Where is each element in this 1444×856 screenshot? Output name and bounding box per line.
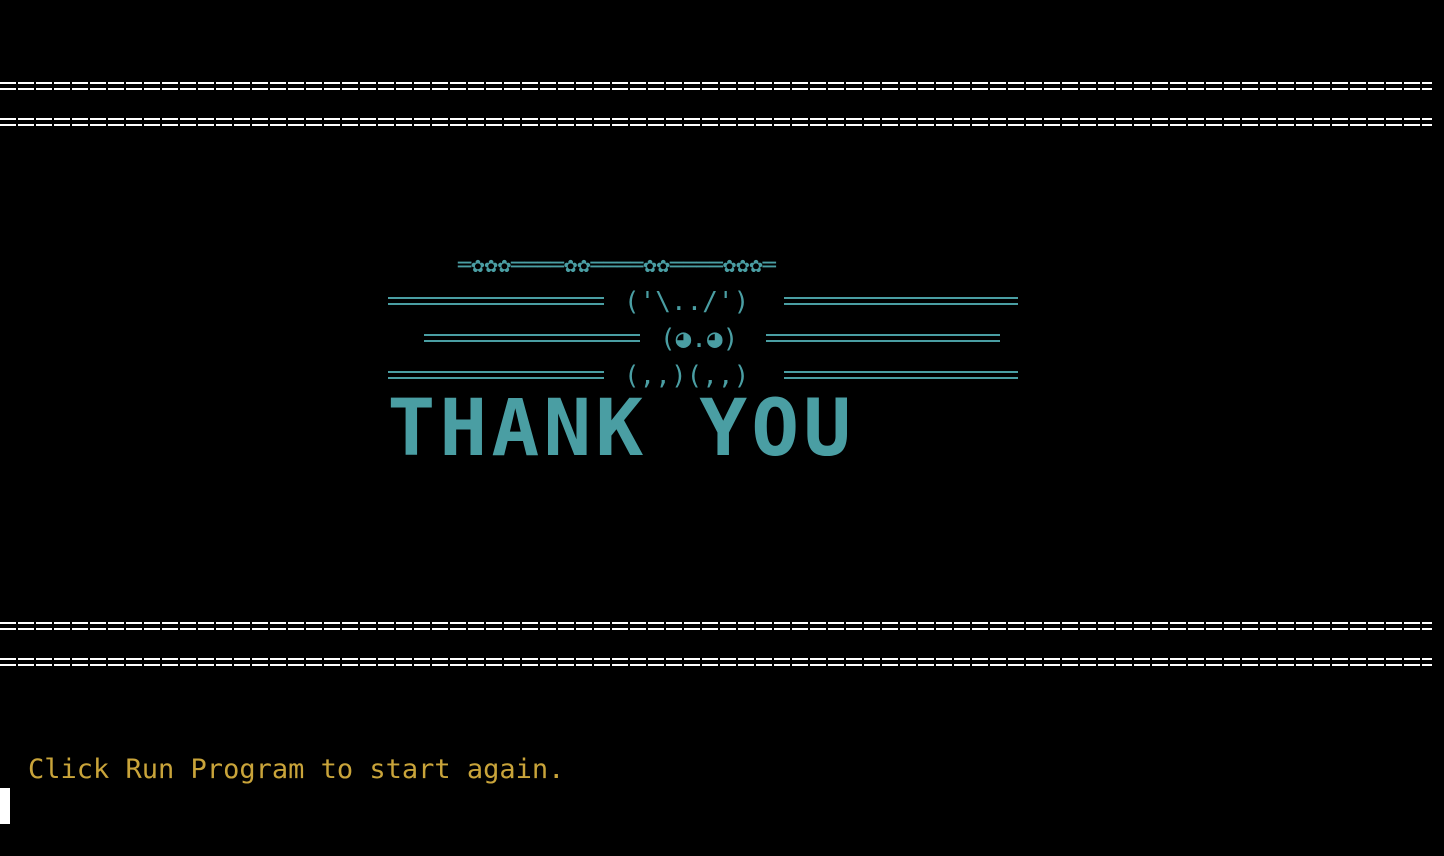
bar-right-1 [784,296,1018,306]
block-cursor-icon [0,788,10,824]
terminal-window[interactable]: ═✿✿✿════✿✿════✿✿════✿✿✿═ ('\../') (◕.◕) … [0,0,1444,856]
bar-right-2 [766,333,1000,343]
flower-row: ═✿✿✿════✿✿════✿✿════✿✿✿═ [458,253,776,278]
bar-left-1 [388,296,604,306]
bar-right-3 [784,370,1018,380]
bottom-rule-2 [0,656,1432,668]
bar-left-3 [388,370,604,380]
bar-left-2 [424,333,640,343]
thank-you-title: THANK YOU [387,384,856,474]
top-rule-1 [0,80,1432,92]
restart-message: Click Run Program to start again. [28,754,565,785]
top-rule-2 [0,116,1432,128]
bottom-rule-1 [0,620,1432,632]
owl-face: (◕.◕) [660,324,739,354]
owl-ears: ('\../') [624,287,750,317]
